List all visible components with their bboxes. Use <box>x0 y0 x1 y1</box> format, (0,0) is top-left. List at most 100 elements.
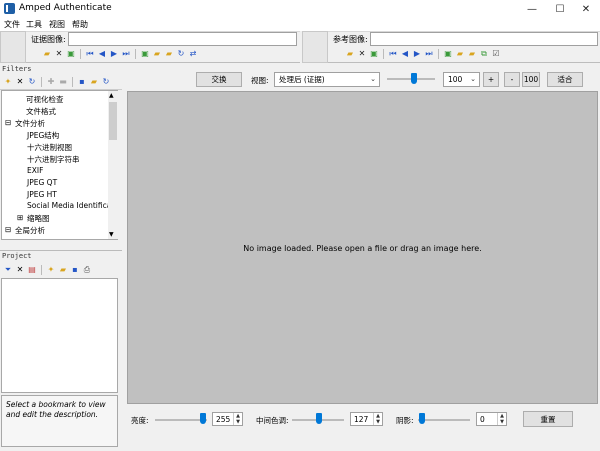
save-icon[interactable]: ▪ <box>70 265 80 275</box>
new-filter-icon[interactable]: ✦ <box>3 77 13 87</box>
spinner-arrows-icon[interactable]: ▲ ▼ <box>233 413 242 425</box>
tree-expander-icon[interactable]: ⊟ <box>5 118 11 127</box>
evidence-path-field[interactable] <box>68 32 297 46</box>
remove-icon[interactable]: ✕ <box>15 77 25 87</box>
close-icon[interactable]: ✕ <box>54 49 64 59</box>
spinner-arrows-icon[interactable]: ▲ ▼ <box>497 413 506 425</box>
tree-expander-icon[interactable]: ⊞ <box>17 213 23 222</box>
refresh-icon[interactable]: ↻ <box>27 77 37 87</box>
tree-item-social-media[interactable]: Social Media Identificat <box>27 201 109 210</box>
folder-previous-icon[interactable]: ▰ <box>455 49 465 59</box>
reference-path-field[interactable] <box>370 32 598 46</box>
close-button[interactable]: ✕ <box>572 0 600 18</box>
scroll-down-icon[interactable]: ▼ <box>109 231 114 238</box>
bookmark-list[interactable] <box>1 278 118 393</box>
remove-icon[interactable]: ✕ <box>15 265 25 275</box>
checkbox-icon[interactable]: ☑ <box>491 49 501 59</box>
fit-button[interactable]: 适合 <box>547 72 583 87</box>
menu-help[interactable]: 帮助 <box>72 19 88 30</box>
reset-button[interactable]: 重置 <box>523 411 573 427</box>
evidence-label: 证据图像: <box>31 35 66 44</box>
add-icon[interactable]: ✚ <box>46 77 56 87</box>
brightness-slider-thumb[interactable] <box>200 413 206 424</box>
toolbar-separator <box>41 264 42 275</box>
tree-item-hex-view[interactable]: 十六进制视图 <box>27 142 72 153</box>
close-icon[interactable]: ✕ <box>357 49 367 59</box>
save-icon[interactable]: ▪ <box>77 77 87 87</box>
midtone-value: 127 <box>354 414 369 424</box>
open-folder-icon[interactable]: ▰ <box>42 49 52 59</box>
tree-scrollbar-thumb[interactable] <box>109 102 117 140</box>
tree-item-exif[interactable]: EXIF <box>27 166 43 175</box>
minus-icon[interactable]: ▬ <box>58 77 68 87</box>
menu-tools[interactable]: 工具 <box>26 19 42 30</box>
open-folder-icon[interactable]: ▰ <box>89 77 99 87</box>
last-icon[interactable]: ⏭ <box>424 49 434 59</box>
tree-item-thumbnail[interactable]: 缩略图 <box>27 213 50 224</box>
spinner-arrows-icon[interactable]: ▲ ▼ <box>373 413 382 425</box>
print-icon[interactable]: ⎙ <box>82 265 92 275</box>
chevron-down-icon: ⌄ <box>470 75 476 83</box>
previous-icon[interactable]: ◀ <box>97 49 107 59</box>
midtone-input[interactable]: 127 ▲ ▼ <box>350 412 383 426</box>
image-folder-icon[interactable]: ▣ <box>140 49 150 59</box>
menu-view[interactable]: 视图 <box>49 19 65 30</box>
window-title: Amped Authenticate <box>19 3 112 13</box>
open-folder-icon[interactable]: ▰ <box>345 49 355 59</box>
tree-item-visual-inspection[interactable]: 可视化检查 <box>26 94 64 105</box>
tree-item-global-analysis[interactable]: 全局分析 <box>15 225 45 236</box>
zoom-in-button[interactable]: + <box>483 72 499 87</box>
toolbar-separator <box>80 49 81 59</box>
image-icon[interactable]: ▣ <box>66 49 76 59</box>
folder-next-icon[interactable]: ▰ <box>164 49 174 59</box>
tree-item-file-format[interactable]: 文件格式 <box>26 106 56 117</box>
folder-next-icon[interactable]: ▰ <box>467 49 477 59</box>
tree-expander-icon[interactable]: ⊟ <box>5 225 11 234</box>
swap-button[interactable]: 交换 <box>196 72 242 87</box>
folder-previous-icon[interactable]: ▰ <box>152 49 162 59</box>
view-select[interactable]: 处理后 (证据) ⌄ <box>274 72 380 87</box>
tree-item-jpeg-qt[interactable]: JPEG QT <box>27 178 57 187</box>
filter-icon[interactable]: ⏷ <box>3 265 13 275</box>
tree-item-hex-strings[interactable]: 十六进制字符串 <box>27 154 80 165</box>
shadow-slider-track[interactable] <box>418 419 470 421</box>
tree-item-file-analysis[interactable]: 文件分析 <box>15 118 45 129</box>
maximize-button[interactable]: ☐ <box>546 0 574 18</box>
image-folder-icon[interactable]: ▣ <box>443 49 453 59</box>
zoom-out-button[interactable]: - <box>504 72 520 87</box>
shadow-input[interactable]: 0 ▲ ▼ <box>476 412 507 426</box>
tree-item-jpeg-ht[interactable]: JPEG HT <box>27 190 57 199</box>
toolbar-separator <box>438 49 439 59</box>
report-icon[interactable]: ▤ <box>27 265 37 275</box>
minimize-button[interactable]: — <box>518 0 546 18</box>
refresh-icon[interactable]: ↻ <box>176 49 186 59</box>
brightness-label: 亮度: <box>131 416 149 425</box>
filters-toolbar: ✦ ✕ ↻ ✚ ▬ ▪ ▰ ↻ <box>0 75 122 90</box>
menu-file[interactable]: 文件 <box>4 19 20 30</box>
panel-divider[interactable] <box>0 250 122 251</box>
reference-bar-grip[interactable] <box>302 31 328 63</box>
brightness-input[interactable]: 255 ▲ ▼ <box>212 412 243 426</box>
copy-icon[interactable]: ⧉ <box>479 49 489 59</box>
midtone-slider-thumb[interactable] <box>316 413 322 424</box>
toolbar-separator <box>383 49 384 59</box>
sync-icon[interactable]: ⇄ <box>188 49 198 59</box>
scroll-up-icon[interactable]: ▲ <box>109 92 114 99</box>
tree-item-jpeg-structure[interactable]: JPEG结构 <box>27 130 59 141</box>
next-icon[interactable]: ▶ <box>109 49 119 59</box>
next-icon[interactable]: ▶ <box>412 49 422 59</box>
last-icon[interactable]: ⏭ <box>121 49 131 59</box>
previous-icon[interactable]: ◀ <box>400 49 410 59</box>
evidence-bar-grip[interactable] <box>0 31 26 63</box>
zoom-100-button[interactable]: 100 <box>522 72 540 87</box>
first-icon[interactable]: ⏮ <box>85 49 95 59</box>
reload-icon[interactable]: ↻ <box>101 77 111 87</box>
evidence-toolbar: ▰ ✕ ▣ ⏮ ◀ ▶ ⏭ ▣ ▰ ▰ ↻ ⇄ <box>42 49 198 61</box>
image-icon[interactable]: ▣ <box>369 49 379 59</box>
new-project-icon[interactable]: ✦ <box>46 265 56 275</box>
shadow-slider-thumb[interactable] <box>419 413 425 424</box>
open-folder-icon[interactable]: ▰ <box>58 265 68 275</box>
zoom-select[interactable]: 100 ⌄ <box>443 72 480 87</box>
zoom-slider-thumb[interactable] <box>411 73 417 84</box>
first-icon[interactable]: ⏮ <box>388 49 398 59</box>
